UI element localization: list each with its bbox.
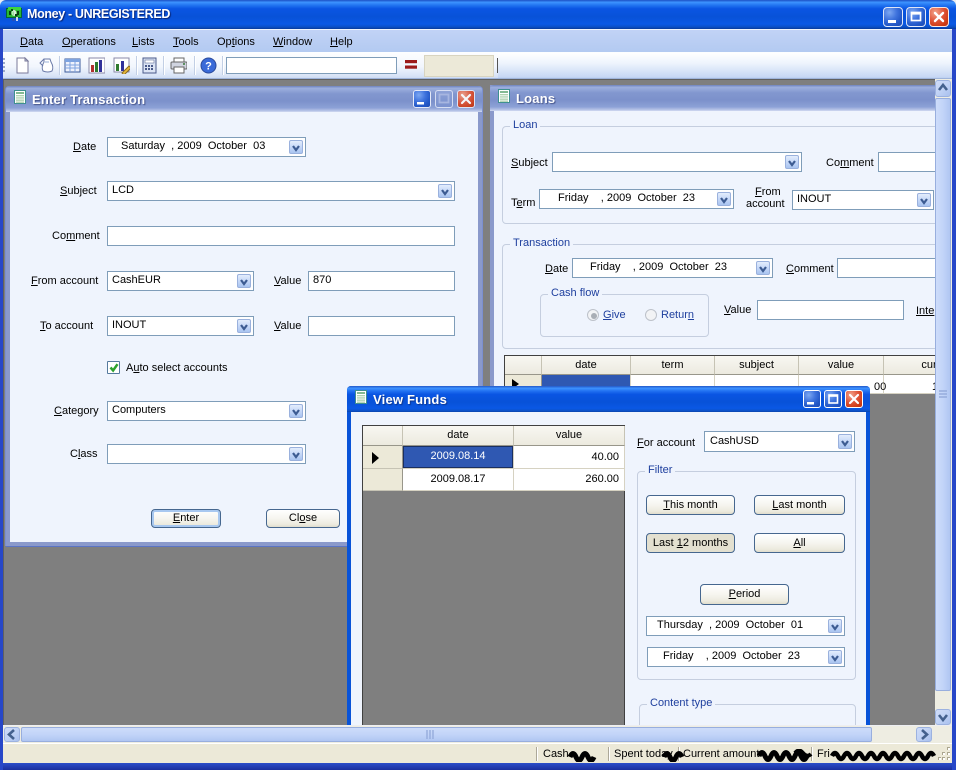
svg-text:?: ? bbox=[205, 61, 212, 73]
